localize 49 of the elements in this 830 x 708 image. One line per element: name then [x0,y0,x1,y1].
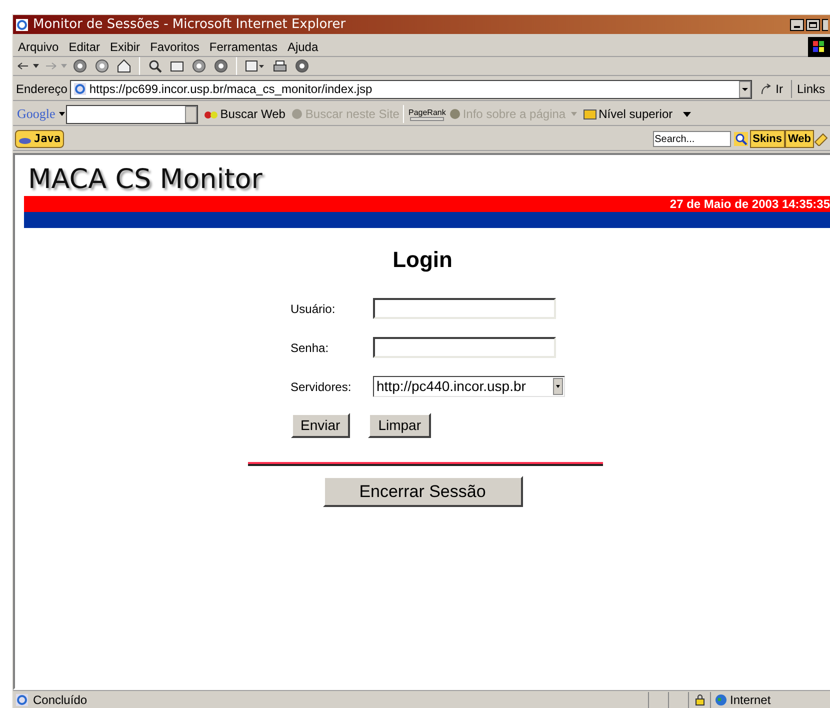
menu-item[interactable]: Exibir [105,38,146,56]
dropdown-button[interactable] [738,80,751,98]
field-label: Senha: [290,340,330,356]
login-title: Login [392,246,452,274]
up-level-button[interactable]: Nível superior [582,105,691,123]
links-button[interactable]: Links [790,80,830,98]
end-session-button[interactable]: Encerrar Sessão [322,476,522,507]
clear-button[interactable]: Limpar [368,413,431,438]
arrow-icon [760,83,772,95]
username-field[interactable] [372,298,556,319]
google-search-field[interactable] [66,104,198,124]
menu-item[interactable]: Arquivo [13,38,64,56]
search-icon[interactable] [148,59,162,73]
skins-button[interactable]: Skins [750,130,785,148]
minimize-button[interactable] [790,18,804,30]
status-text: Concluído [33,692,88,708]
menu-item[interactable]: Favoritos [145,38,204,56]
go-button[interactable]: Ir [752,80,791,98]
home-icon[interactable] [117,59,131,73]
search-icon[interactable] [734,132,748,146]
search-field[interactable]: Search... [652,131,731,147]
window-title: Monitor de Sessões - Microsoft Internet Explorer [33,16,346,34]
page-icon [73,82,88,96]
pagerank-meter: PageRank [408,108,446,120]
page-icon [15,692,29,706]
field-label: Usuário: [290,300,336,318]
lock-icon [694,694,704,706]
maximize-button[interactable] [806,18,820,30]
server-select[interactable]: http://pc440.incor.usp.br [372,376,564,397]
pencil-icon[interactable] [814,132,828,146]
browser-icon [15,18,29,32]
menu-item[interactable]: Ajuda [282,38,324,56]
back-icon[interactable] [17,61,41,71]
menu-item[interactable]: Editar [64,38,106,56]
close-button[interactable] [822,18,828,30]
google-logo[interactable]: Google [13,104,60,124]
menu-item[interactable]: Ferramentas [204,38,282,56]
zone-text: Internet [730,692,771,708]
address-field[interactable]: https://pc699.incor.usp.br/maca_cs_monitor/index.jsp [70,80,752,98]
windows-logo-icon [808,36,830,56]
submit-button[interactable]: Enviar [290,413,350,438]
printer-icon[interactable] [273,59,287,73]
search-web-button[interactable]: Buscar Web [204,105,286,123]
password-field[interactable] [372,337,556,358]
field-label: Servidores: [290,378,352,396]
address-label: Endereço [15,81,68,98]
site-heading: MACA CS Monitor [27,163,264,195]
java-button[interactable]: Java [15,130,64,148]
date-time: 27 de Maio de 2003 14:35:35 [670,196,830,213]
